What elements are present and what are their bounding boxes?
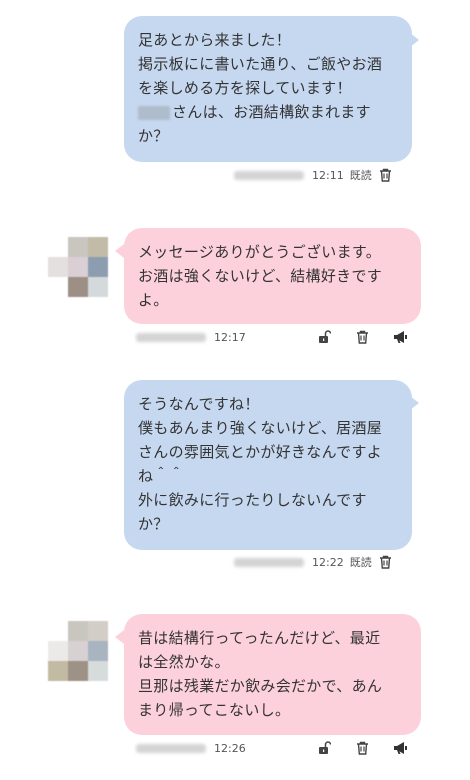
message-line: 足あとから来ました！ bbox=[138, 31, 292, 49]
message-line: 僕もあんまり強くないけど、居酒屋 bbox=[138, 419, 383, 437]
message-line: さんの雰囲気とかが好きなんですよ bbox=[138, 443, 383, 461]
message-line-with-name: さんは、お酒結構飲まれます bbox=[138, 100, 398, 124]
message-line: ね＾＾ bbox=[138, 467, 184, 485]
message-time: 12:17 bbox=[214, 330, 246, 344]
blurred-sender-name bbox=[234, 557, 304, 567]
message-meta: 12:11 既読 bbox=[234, 167, 394, 183]
message-line: 外に飲みに行ったりしないんです bbox=[138, 491, 367, 509]
message-line: 昔は結構行ってったんだけど、最近 bbox=[138, 629, 381, 647]
message-meta: 12:26 bbox=[136, 740, 408, 756]
message-meta: 12:17 bbox=[136, 329, 408, 345]
megaphone-icon[interactable] bbox=[392, 740, 408, 756]
unlock-icon[interactable] bbox=[316, 329, 332, 345]
message-line: まり帰ってこないし。 bbox=[138, 701, 291, 719]
unlock-icon[interactable] bbox=[316, 740, 332, 756]
message-bubble-incoming: メッセージありがとうございます。 お酒は強くないけど、結構好きです よ。 bbox=[124, 228, 421, 324]
blurred-sender-name bbox=[234, 170, 304, 180]
message-bubble-incoming: 昔は結構行ってったんだけど、最近 は全然かな。 旦那は残業だか飲み会だかで、あん… bbox=[124, 614, 421, 735]
message-time: 12:22 bbox=[312, 555, 344, 569]
avatar[interactable] bbox=[48, 621, 108, 681]
message-line: お酒は強くないけど、結構好きです bbox=[138, 267, 383, 285]
message-line: 旦那は残業だか飲み会だかで、あん bbox=[138, 677, 383, 695]
trash-icon[interactable] bbox=[354, 329, 370, 345]
message-bubble-outgoing: そうなんですね！ 僕もあんまり強くないけど、居酒屋 さんの雰囲気とかが好きなんで… bbox=[124, 380, 412, 550]
read-status: 既読 bbox=[349, 169, 372, 182]
bubble-tail bbox=[410, 33, 419, 47]
message-time: 12:26 bbox=[214, 741, 246, 755]
message-line: か？ bbox=[138, 127, 169, 145]
message-line: か？ bbox=[138, 515, 169, 533]
trash-icon[interactable] bbox=[354, 740, 370, 756]
trash-icon[interactable] bbox=[378, 167, 394, 183]
message-line: を楽しめる方を探しています！ bbox=[138, 79, 352, 97]
message-meta: 12:22 既読 bbox=[234, 554, 394, 570]
bubble-tail bbox=[115, 244, 124, 258]
blurred-username bbox=[138, 105, 170, 120]
message-line: は全然かな。 bbox=[138, 653, 230, 671]
message-time: 12:11 bbox=[312, 168, 344, 182]
message-bubble-outgoing: 足あとから来ました！ 掲示板にに書いた通り、ご飯やお酒 を楽しめる方を探していま… bbox=[124, 16, 412, 162]
message-line: 掲示板にに書いた通り、ご飯やお酒 bbox=[138, 55, 383, 73]
message-line: メッセージありがとうございます。 bbox=[138, 243, 382, 261]
blurred-sender-name bbox=[136, 743, 206, 753]
message-line: さんは、お酒結構飲まれます bbox=[172, 103, 371, 121]
trash-icon[interactable] bbox=[378, 554, 394, 570]
bubble-tail bbox=[115, 630, 124, 644]
message-line: そうなんですね！ bbox=[138, 395, 260, 413]
avatar[interactable] bbox=[48, 237, 108, 297]
read-status: 既読 bbox=[349, 556, 372, 569]
blurred-sender-name bbox=[136, 332, 206, 342]
megaphone-icon[interactable] bbox=[392, 329, 408, 345]
bubble-tail bbox=[410, 396, 419, 410]
message-line: よ。 bbox=[138, 291, 169, 309]
